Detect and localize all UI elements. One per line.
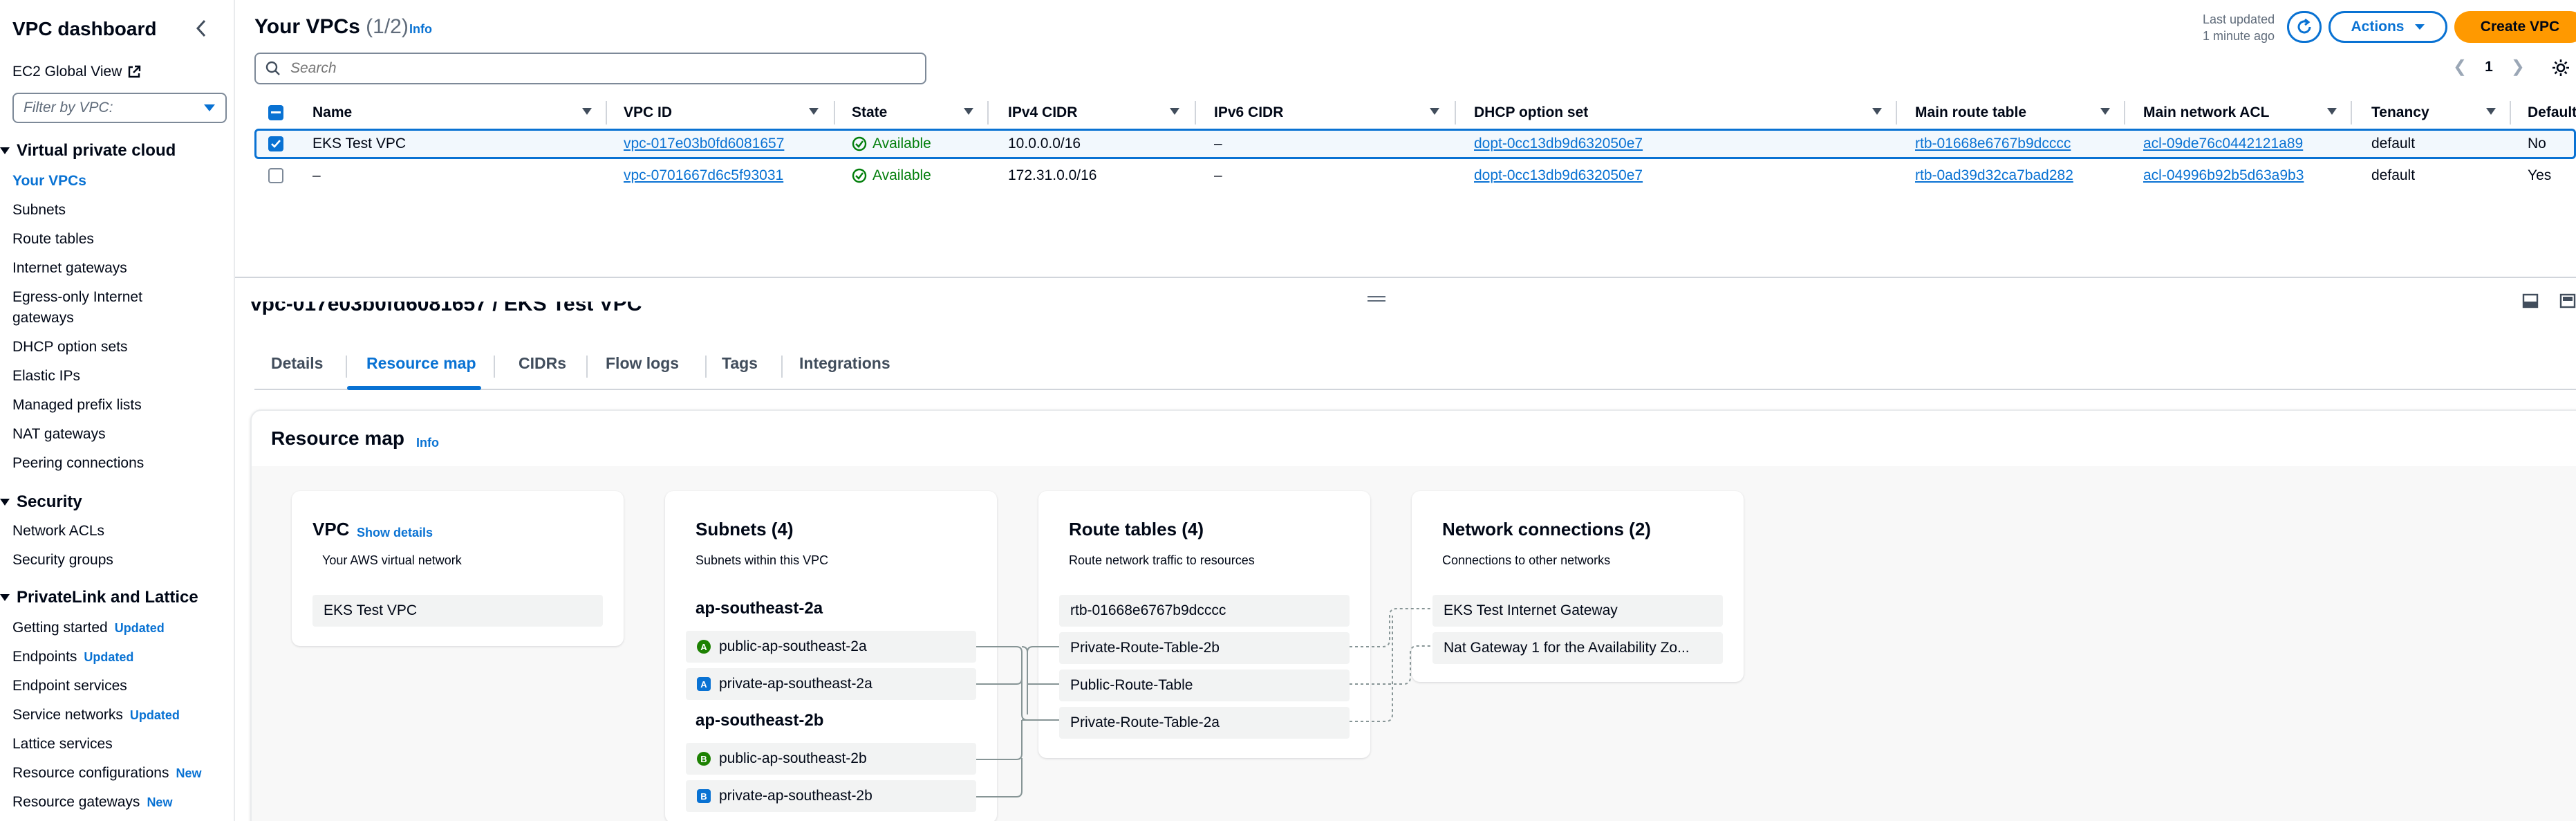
resource-map-connectors [976,608,1432,797]
